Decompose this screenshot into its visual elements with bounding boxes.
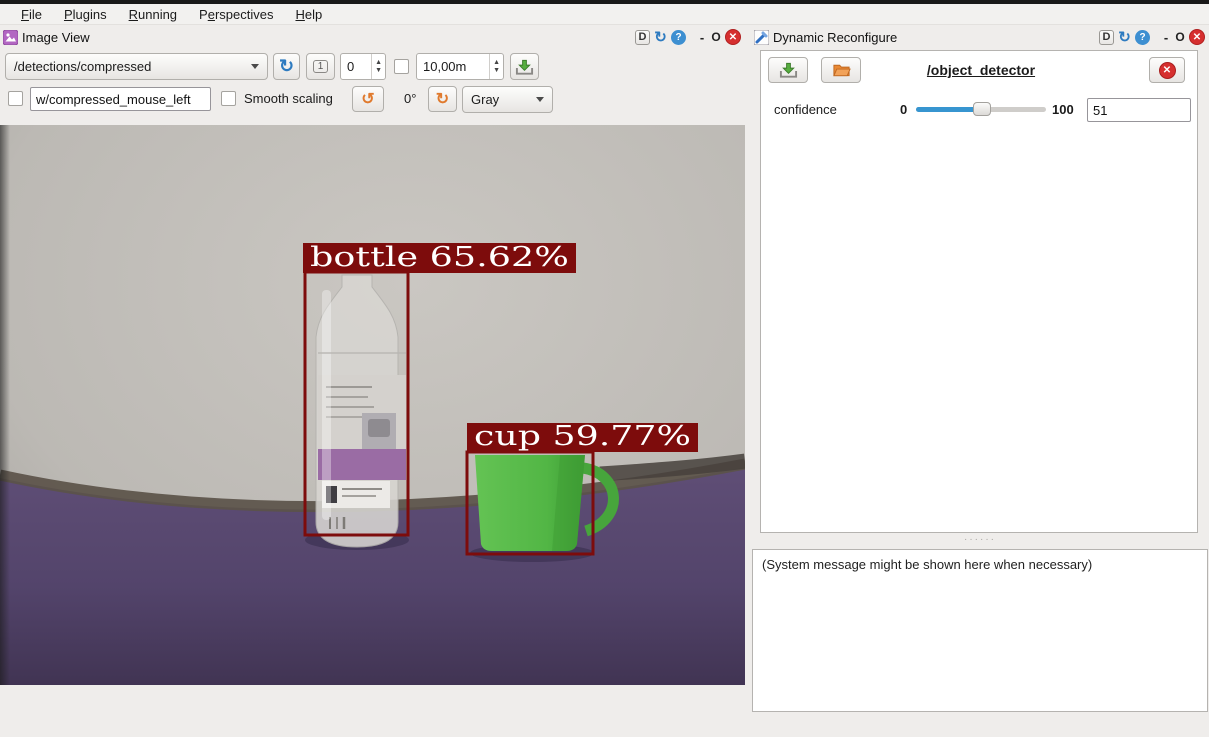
confidence-param-row: confidence 0 100: [761, 95, 1199, 123]
zoom-1-button[interactable]: 1: [306, 53, 335, 80]
confidence-slider[interactable]: [916, 100, 1046, 118]
close-node-icon: ✕: [1159, 62, 1176, 79]
param-name-label: confidence: [774, 102, 837, 117]
menu-file[interactable]: File: [10, 5, 53, 24]
menu-plugins[interactable]: Plugins: [53, 5, 118, 24]
image-view-title: Image View: [22, 30, 90, 45]
grid-spinbox-value: 0: [341, 54, 371, 79]
refresh-topics-button[interactable]: ↻: [273, 53, 300, 80]
save-image-button[interactable]: [510, 53, 539, 80]
max-range-value: 10,00m: [417, 54, 489, 79]
dynamic-reconfigure-titlebar: Dynamic Reconfigure D ↻ ? - O ✕: [752, 26, 1209, 48]
image-view-toolbar-top: /detections/compressed ↻ 1 0 ▲▼ 10,00m ▲…: [0, 52, 745, 82]
reload-plugin-icon[interactable]: ↻: [653, 30, 668, 45]
spinner-arrows-icon[interactable]: ▲▼: [371, 54, 385, 79]
node-link[interactable]: /object_detector: [881, 62, 1081, 78]
close-icon[interactable]: ✕: [1189, 29, 1205, 45]
chevron-down-icon: [251, 64, 259, 69]
save-params-button[interactable]: [768, 57, 808, 83]
colormap-combo[interactable]: Gray: [462, 86, 553, 113]
dynamic-reconfigure-panel: /object_detector ✕ confidence 0 100: [760, 50, 1198, 533]
image-view-titlebar: Image View D ↻ ? - O ✕: [0, 26, 745, 48]
restore-icon[interactable]: O: [710, 30, 722, 44]
menu-bar: FilePluginsRunningPerspectivesHelp: [0, 4, 1209, 25]
help-icon[interactable]: ?: [1135, 30, 1150, 45]
dock-icon[interactable]: D: [635, 30, 650, 45]
dock-icon[interactable]: D: [1099, 30, 1114, 45]
chevron-down-icon: [536, 97, 544, 102]
zoom-1-icon: 1: [313, 60, 329, 73]
help-icon[interactable]: ?: [671, 30, 686, 45]
confidence-value-input[interactable]: [1087, 98, 1191, 122]
detection-label-text-bottle: bottle 65.62%: [310, 242, 569, 273]
colormap-combo-value: Gray: [471, 92, 499, 107]
menu-perspectives[interactable]: Perspectives: [188, 5, 284, 24]
image-view-titlebar-buttons: D ↻ ? - O ✕: [635, 29, 745, 45]
dynamic-reconfigure-title: Dynamic Reconfigure: [773, 30, 897, 45]
topic-combo[interactable]: /detections/compressed: [5, 53, 268, 80]
image-view-toolbar-bottom: Smooth scaling ↺ 0° ↻ Gray: [0, 85, 745, 113]
detection-label-text-cup: cup 59.77%: [474, 421, 691, 452]
image-view-plugin-icon: [3, 30, 18, 45]
grid-spinbox[interactable]: 0 ▲▼: [340, 53, 386, 80]
system-message-area[interactable]: (System message might be shown here when…: [752, 549, 1208, 712]
restore-icon[interactable]: O: [1174, 30, 1186, 44]
rotation-angle-label: 0°: [404, 91, 416, 106]
dynamic-reconfigure-titlebar-buttons: D ↻ ? - O ✕: [1099, 29, 1209, 45]
close-node-button[interactable]: ✕: [1149, 57, 1185, 83]
folder-open-icon: [832, 62, 851, 78]
dynamic-range-checkbox[interactable]: [394, 59, 409, 74]
save-params-icon: [779, 62, 798, 78]
reload-plugin-icon[interactable]: ↻: [1117, 30, 1132, 45]
camera-image[interactable]: bottle 65.62% cup 59.77%: [0, 125, 745, 685]
topic-combo-value: /detections/compressed: [14, 59, 151, 74]
max-range-spinbox[interactable]: 10,00m ▲▼: [416, 53, 504, 80]
menu-running[interactable]: Running: [118, 5, 188, 24]
system-message-text: (System message might be shown here when…: [762, 557, 1092, 572]
load-params-button[interactable]: [821, 57, 861, 83]
camera-image-canvas: bottle 65.62% cup 59.77%: [0, 125, 745, 685]
minimize-icon[interactable]: -: [1161, 30, 1171, 45]
save-image-icon: [515, 59, 534, 75]
dynamic-reconfigure-plugin-icon: [754, 30, 769, 45]
splitter-handle[interactable]: ······: [752, 535, 1208, 547]
rotate-left-button[interactable]: ↺: [352, 86, 384, 112]
slider-min-label: 0: [900, 102, 907, 117]
smooth-scaling-label: Smooth scaling: [244, 91, 333, 106]
mouse-click-topic-input[interactable]: [30, 87, 211, 111]
smooth-scaling-checkbox[interactable]: [221, 91, 236, 106]
slider-handle[interactable]: [973, 102, 991, 116]
rotate-right-button[interactable]: ↻: [428, 86, 457, 112]
close-icon[interactable]: ✕: [725, 29, 741, 45]
menu-help[interactable]: Help: [284, 5, 333, 24]
minimize-icon[interactable]: -: [697, 30, 707, 45]
slider-max-label: 100: [1052, 102, 1074, 117]
publish-click-location-checkbox[interactable]: [8, 91, 23, 106]
spinner-arrows-icon[interactable]: ▲▼: [489, 54, 503, 79]
